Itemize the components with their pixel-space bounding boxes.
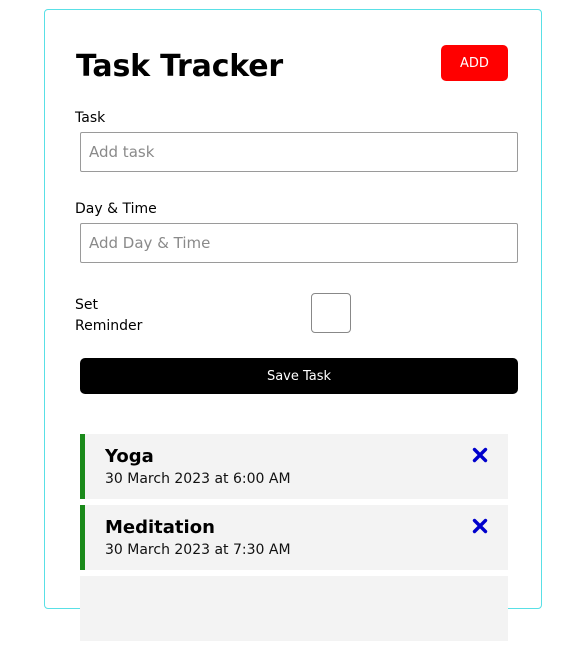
task-time: 30 March 2023 at 7:30 AM [105,542,291,558]
reminder-checkbox[interactable] [311,293,351,333]
reminder-label: Set Reminder [75,295,165,337]
close-icon[interactable] [472,447,488,463]
close-icon[interactable] [472,518,488,534]
task-tracker-card: Task Tracker ADD Task Day & Time Set Rem… [44,9,542,641]
task-name: Meditation [105,517,215,538]
task-input[interactable] [80,132,518,172]
task-name: Yoga [105,446,154,467]
header: Task Tracker ADD [76,45,509,88]
reminder-label-line1: Set [75,297,98,313]
save-task-button[interactable]: Save Task [80,358,518,394]
task-item[interactable]: Meditation 30 March 2023 at 7:30 AM [80,505,508,570]
task-item-partial [80,576,508,641]
task-time: 30 March 2023 at 6:00 AM [105,471,291,487]
day-time-label: Day & Time [75,201,157,217]
task-label: Task [75,110,106,126]
add-button[interactable]: ADD [441,45,508,81]
page-title: Task Tracker [76,49,283,84]
day-time-input[interactable] [80,223,518,263]
task-item[interactable]: Yoga 30 March 2023 at 6:00 AM [80,434,508,499]
reminder-label-line2: Reminder [75,318,143,334]
task-list: Yoga 30 March 2023 at 6:00 AM Meditation… [80,434,508,647]
